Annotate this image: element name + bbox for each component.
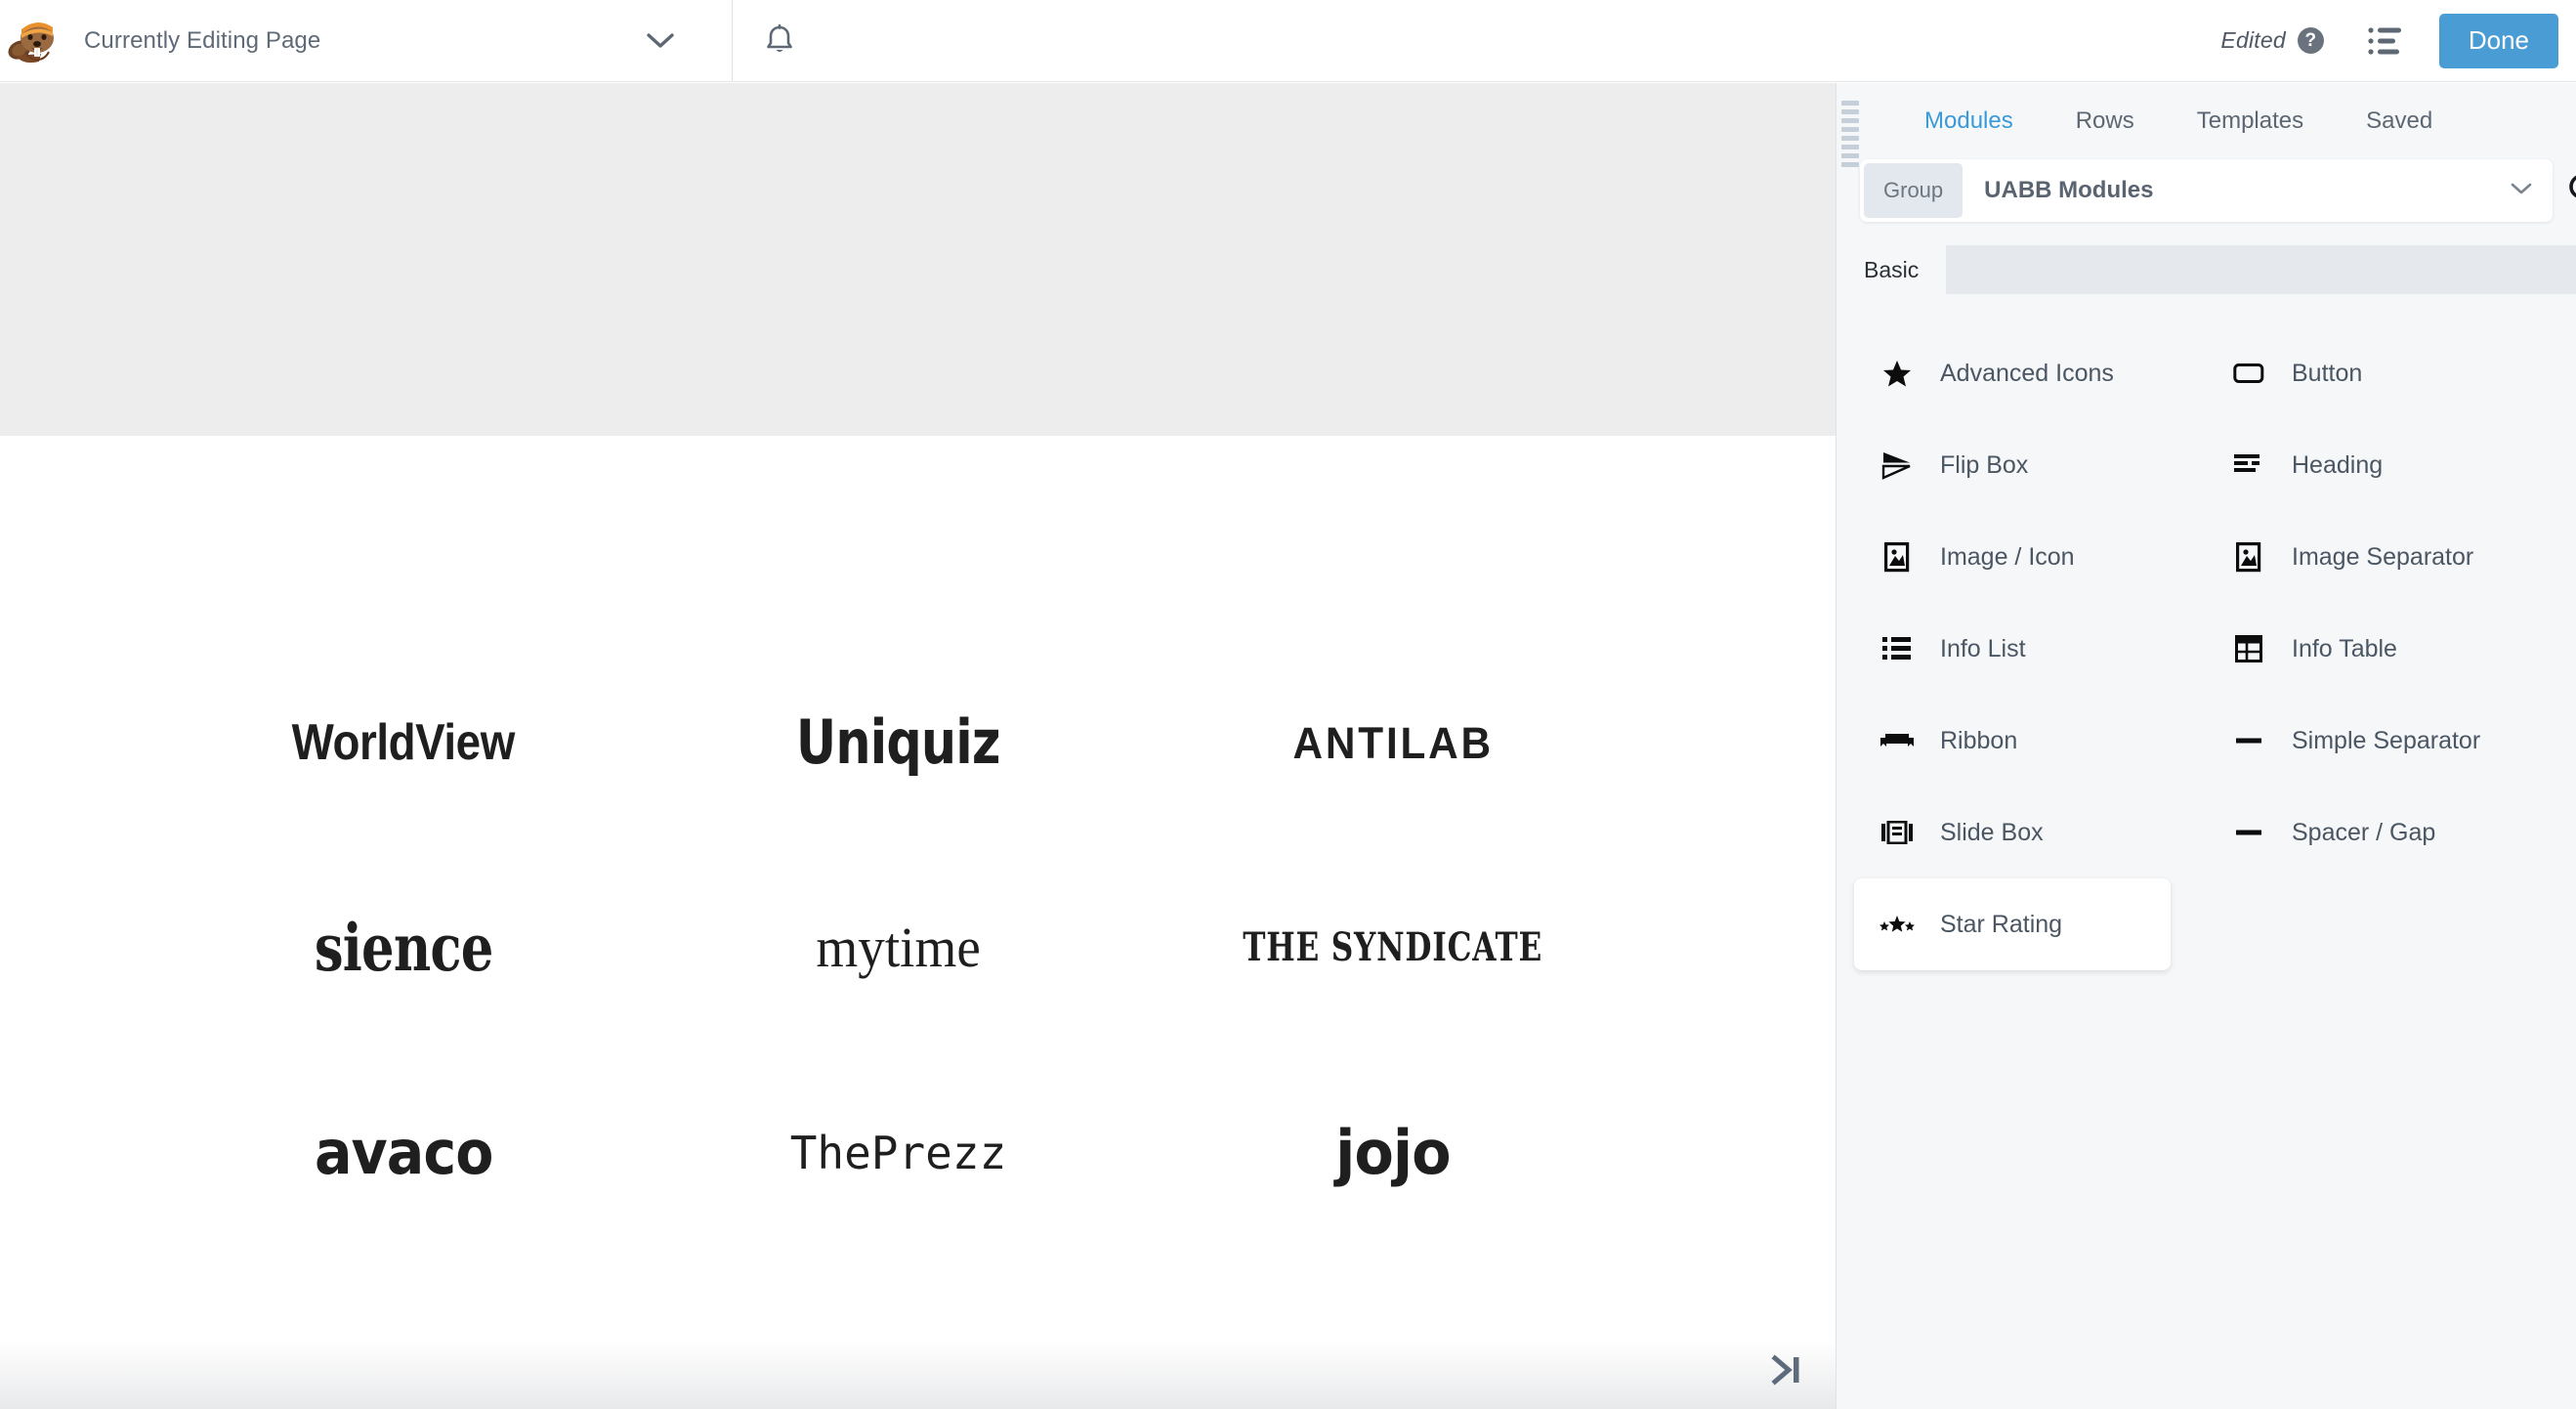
chevron-down-icon[interactable] [640, 21, 681, 62]
hero-grey-band [0, 83, 1836, 436]
module-item-image-separator[interactable]: Image Separator [2206, 511, 2558, 603]
logo-text: mytime [816, 916, 981, 979]
tab-templates[interactable]: Templates [2166, 107, 2335, 135]
logo-item: WorldView [156, 689, 651, 796]
subtab-basic[interactable]: Basic [1837, 245, 1947, 294]
logo-text: sience [314, 910, 494, 986]
horizontal-rule-icon [2227, 813, 2270, 852]
module-label: Heading [2292, 450, 2384, 479]
bell-icon[interactable] [750, 0, 809, 82]
logo-text: jojo [1335, 1117, 1451, 1188]
module-label: Star Rating [1940, 910, 2063, 938]
logo-item: Uniquiz [651, 689, 1145, 796]
module-item-info-table[interactable]: Info Table [2206, 603, 2558, 695]
logo-item: avaco [156, 1099, 651, 1207]
help-question-icon[interactable]: ? [2297, 27, 2324, 54]
logo-item: sience [156, 894, 651, 1002]
skip-to-end-icon[interactable] [1769, 1353, 1804, 1391]
builder-panel: Modules Rows Templates Saved Group UABB … [1836, 83, 2576, 1409]
done-button[interactable]: Done [2438, 13, 2558, 68]
module-label: Button [2292, 359, 2363, 387]
outline-list-icon[interactable] [2357, 13, 2414, 69]
module-item-heading[interactable]: Heading [2206, 419, 2558, 511]
edited-status: Edited ? [2220, 27, 2324, 54]
logo-item: ANTILAB [1146, 689, 1640, 796]
flip-box-icon [1876, 446, 1919, 485]
group-select[interactable]: UABB Modules [1963, 159, 2553, 222]
top-bar-actions: Edited ? Done [2220, 0, 2576, 82]
drag-grip-icon[interactable] [1841, 101, 1863, 167]
beaver-builder-logo [6, 11, 66, 71]
top-bar: Currently Editing Page Edited ? Done [0, 0, 2576, 82]
horizontal-rule-icon [2227, 721, 2270, 760]
canvas-bottom-fade [0, 1341, 1836, 1409]
module-label: Info Table [2292, 634, 2397, 662]
bulleted-list-icon [1876, 629, 1919, 668]
editing-page-selector[interactable]: Currently Editing Page [0, 0, 733, 82]
module-label: Slide Box [1940, 818, 2044, 846]
module-item-star-rating[interactable]: Star Rating [1854, 878, 2171, 970]
group-selected-value: UABB Modules [1984, 177, 2154, 203]
logo-text: WorldView [292, 714, 516, 771]
ribbon-icon [1876, 721, 1919, 760]
panel-tab-bar: Modules Rows Templates Saved [1837, 83, 2576, 159]
logo-item: jojo [1146, 1099, 1640, 1207]
module-category-tabs: Basic [1837, 245, 2576, 294]
logo-text: ANTILAB [1292, 717, 1494, 768]
page-title: Currently Editing Page [84, 26, 321, 54]
image-icon [1876, 537, 1919, 576]
group-label[interactable]: Group [1864, 163, 1964, 218]
star-rating-icon [1876, 905, 1919, 944]
module-label: Image Separator [2292, 542, 2474, 571]
tab-modules[interactable]: Modules [1893, 107, 2045, 135]
module-item-simple-separator[interactable]: Simple Separator [2206, 695, 2558, 787]
page-canvas: WorldView Uniquiz ANTILAB sience mytime … [0, 83, 1836, 1409]
logo-text: ThePrezz [789, 1127, 1007, 1179]
module-item-ribbon[interactable]: Ribbon [1854, 695, 2171, 787]
carousel-icon [1876, 813, 1919, 852]
module-label: Spacer / Gap [2292, 818, 2436, 846]
tab-rows[interactable]: Rows [2045, 107, 2166, 135]
module-label: Info List [1940, 634, 2026, 662]
logo-item: THE SYNDICATE [1146, 894, 1640, 1002]
module-item-image-icon[interactable]: Image / Icon [1854, 511, 2171, 603]
module-label: Image / Icon [1940, 542, 2075, 571]
module-label: Ribbon [1940, 726, 2018, 754]
heading-lines-icon [2227, 446, 2270, 485]
module-label: Advanced Icons [1940, 359, 2114, 387]
search-icon[interactable] [2560, 165, 2576, 216]
module-label: Simple Separator [2292, 726, 2481, 754]
logo-text: avaco [314, 1117, 493, 1188]
image-icon [2227, 537, 2270, 576]
table-grid-icon [2227, 629, 2270, 668]
chevron-down-icon [2510, 182, 2533, 200]
logo-text: THE SYNDICATE [1243, 924, 1543, 970]
module-list: Advanced Icons Button Flip Box Heading I… [1837, 294, 2576, 970]
logo-text: Uniquiz [796, 706, 1001, 778]
module-item-info-list[interactable]: Info List [1854, 603, 2171, 695]
edited-label: Edited [2220, 27, 2286, 53]
client-logo-grid: WorldView Uniquiz ANTILAB sience mytime … [0, 689, 1836, 1207]
module-item-advanced-icons[interactable]: Advanced Icons [1854, 327, 2171, 419]
logo-item: mytime [651, 894, 1145, 1002]
module-item-slide-box[interactable]: Slide Box [1854, 787, 2171, 878]
button-rect-icon [2227, 354, 2270, 393]
star-icon [1876, 354, 1919, 393]
module-item-spacer-gap[interactable]: Spacer / Gap [2206, 787, 2558, 878]
module-item-flip-box[interactable]: Flip Box [1854, 419, 2171, 511]
logo-item: ThePrezz [651, 1099, 1145, 1207]
module-item-button[interactable]: Button [2206, 327, 2558, 419]
module-label: Flip Box [1940, 450, 2029, 479]
tab-saved[interactable]: Saved [2335, 107, 2464, 135]
group-filter-bar: Group UABB Modules [1860, 159, 2576, 222]
